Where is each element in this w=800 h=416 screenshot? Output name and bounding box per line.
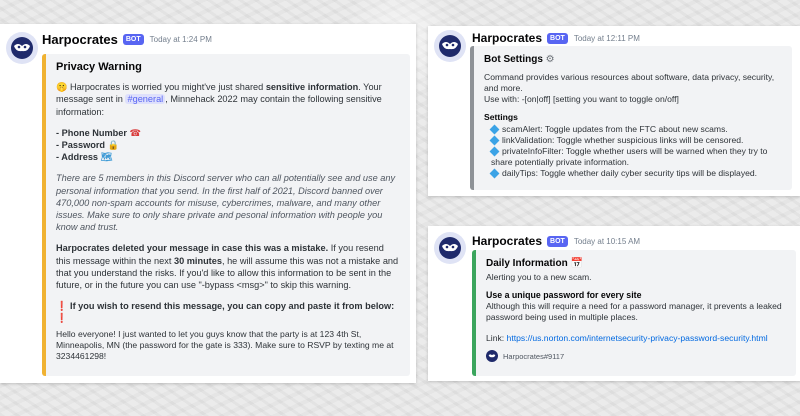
embed-title: Daily Information xyxy=(486,258,568,269)
daily-subtitle: Alerting you to a new scam. xyxy=(486,272,592,282)
timestamp: Today at 12:11 PM xyxy=(573,33,640,43)
list-item: - Address 🗺 xyxy=(56,152,113,163)
link-label: Link: xyxy=(486,333,507,343)
privacy-warning-message: Harpocrates BOT Today at 1:24 PM Privacy… xyxy=(0,24,416,383)
intro-text: Harpocrates is worried you might've just… xyxy=(70,82,266,93)
intro-bold: sensitive information xyxy=(265,82,359,93)
embed-footer: Harpocrates#9117 xyxy=(486,350,786,362)
embed-title: Bot Settings xyxy=(484,54,543,65)
calendar-icon: 📅 xyxy=(570,258,583,269)
mask-icon xyxy=(439,35,461,57)
sensitive-items-list: - Phone Number ☎ - Password 🔒 - Address … xyxy=(56,127,400,164)
daily-information-message: Harpocrates BOT Today at 10:15 AM Daily … xyxy=(428,226,800,381)
harpocrates-avatar[interactable] xyxy=(434,30,466,62)
username[interactable]: Harpocrates xyxy=(472,31,542,45)
embed-title-row: Bot Settings ⚙ xyxy=(484,54,782,65)
footer-avatar xyxy=(486,350,498,362)
original-message[interactable]: Hello everyone! I just wanted to let you… xyxy=(56,329,400,362)
settings-usage: Use with: -[on|off] [setting you want to… xyxy=(484,94,679,104)
exclamation-icon: ❗ xyxy=(56,301,68,312)
list-item: linkValidation: Toggle whether suspiciou… xyxy=(489,135,782,146)
mask-icon xyxy=(439,237,461,259)
tip-text: Although this will require a need for a … xyxy=(486,301,782,322)
mask-icon xyxy=(488,354,496,358)
username[interactable]: Harpocrates xyxy=(42,32,118,47)
list-item: privateInfoFilter: Toggle whether users … xyxy=(489,146,768,167)
tip-heading: Use a unique password for every site xyxy=(486,290,642,300)
settings-heading: Settings xyxy=(484,112,518,122)
bot-settings-message: Harpocrates BOT Today at 12:11 PM Bot Se… xyxy=(428,26,800,196)
bot-tag: BOT xyxy=(547,235,568,247)
lock-icon: 🔒 xyxy=(107,140,120,151)
blue-diamond-icon xyxy=(489,124,500,135)
footer-text: Harpocrates#9117 xyxy=(503,351,565,361)
norton-link[interactable]: https://us.norton.com/internetsecurity-p… xyxy=(507,333,768,343)
timestamp: Today at 10:15 AM xyxy=(573,236,641,246)
settings-list: scamAlert: Toggle updates from the FTC a… xyxy=(484,124,782,179)
deletion-minutes: 30 minutes xyxy=(173,255,222,266)
privacy-warning-embed: Privacy Warning 🤫 Harpocrates is worried… xyxy=(42,54,410,376)
resend-heading: ❗ If you wish to resend this message, yo… xyxy=(56,300,400,324)
bot-tag: BOT xyxy=(547,32,568,44)
gear-icon: ⚙ xyxy=(545,54,555,65)
deletion-bold: Harpocrates deleted your message in case… xyxy=(56,243,329,254)
blue-diamond-icon xyxy=(489,135,500,146)
discord-stats-note: There are 5 members in this Discord serv… xyxy=(56,173,396,233)
list-item: - Password 🔒 xyxy=(56,140,120,151)
exclamation-icon: ❗ xyxy=(56,313,68,324)
list-item: scamAlert: Toggle updates from the FTC a… xyxy=(489,124,782,135)
timestamp: Today at 1:24 PM xyxy=(149,35,212,44)
blue-diamond-icon xyxy=(489,146,500,157)
embed-title: Privacy Warning xyxy=(56,61,142,73)
warning-intro: 🤫 Harpocrates is worried you might've ju… xyxy=(56,81,400,118)
list-item: - Phone Number ☎ xyxy=(56,127,141,138)
settings-description: Command provides various resources about… xyxy=(484,72,775,93)
resend-heading-text: If you wish to resend this message, you … xyxy=(70,301,395,312)
bot-settings-embed: Bot Settings ⚙ Command provides various … xyxy=(470,46,792,190)
deletion-notice: Harpocrates deleted your message in case… xyxy=(56,242,400,291)
harpocrates-avatar[interactable] xyxy=(6,32,38,64)
blue-diamond-icon xyxy=(489,168,500,179)
shushing-face-icon: 🤫 xyxy=(56,82,68,93)
mask-icon xyxy=(11,37,33,59)
channel-mention[interactable]: #general xyxy=(125,94,166,105)
daily-information-embed: Daily Information 📅 Alerting you to a ne… xyxy=(472,250,796,376)
bot-tag: BOT xyxy=(122,34,144,45)
list-item: dailyTips: Toggle whether daily cyber se… xyxy=(489,168,782,179)
embed-title-row: Daily Information 📅 xyxy=(486,258,786,269)
link-row: Link: https://us.norton.com/internetsecu… xyxy=(486,333,786,344)
map-icon: 🗺 xyxy=(100,152,113,163)
telephone-icon: ☎ xyxy=(129,127,141,138)
harpocrates-avatar[interactable] xyxy=(434,232,466,264)
username[interactable]: Harpocrates xyxy=(472,234,542,248)
